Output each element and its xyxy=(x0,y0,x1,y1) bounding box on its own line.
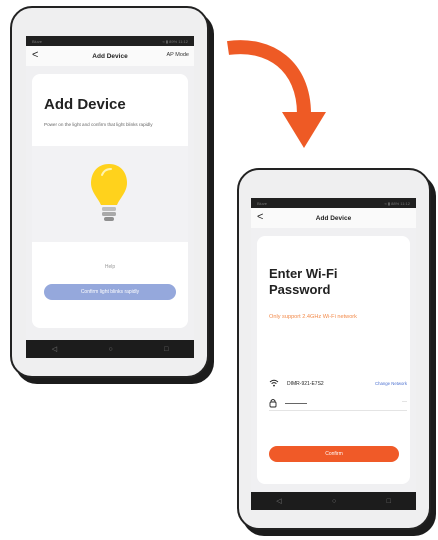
password-mask xyxy=(285,403,307,404)
wifi-ssid: DIMR-921-E7S2 xyxy=(287,381,324,387)
page-title-line2: Password xyxy=(269,282,331,297)
nav-home-icon[interactable]: ○ xyxy=(108,346,112,353)
nav-back-icon[interactable]: ◁ xyxy=(276,497,281,505)
wifi-card: Enter Wi-Fi Password Only support 2.4GHz… xyxy=(257,236,410,484)
status-indicators: ≈ ▮ 88% 11:12 xyxy=(384,200,410,206)
curved-arrow-icon xyxy=(227,40,326,148)
status-bar: Bluve ≈ ▮ 88% 11:12 xyxy=(251,198,416,208)
instruction-text: Power on the light and confirm that ligh… xyxy=(44,122,153,127)
nav-back-icon[interactable]: ◁ xyxy=(52,345,57,353)
wifi-warning-text: Only support 2.4GHz Wi-Fi network xyxy=(269,314,357,320)
bulb-illustration xyxy=(32,146,188,242)
android-nav-bar: ◁ ○ □ xyxy=(251,492,416,510)
wifi-network-row: DIMR-921-E7S2 Change Network xyxy=(269,379,407,389)
header-title: Add Device xyxy=(315,214,352,222)
lock-icon xyxy=(269,399,277,408)
confirm-button[interactable]: Confirm xyxy=(269,446,399,462)
screen-wifi-password: Bluve ≈ ▮ 88% 11:12 < Add Device Enter W… xyxy=(251,198,416,510)
status-bar: Bluve ≈ ▮ 89% 11:12 xyxy=(26,36,194,46)
header-bar: < Add Device AP Mode xyxy=(26,46,194,66)
phone-add-device: Bluve ≈ ▮ 89% 11:12 < Add Device AP Mode… xyxy=(10,6,209,378)
change-network-link[interactable]: Change Network xyxy=(375,381,407,386)
back-button[interactable]: < xyxy=(32,49,38,61)
phone-wifi-password: Bluve ≈ ▮ 88% 11:12 < Add Device Enter W… xyxy=(237,168,431,530)
confirm-blink-button[interactable]: Confirm light blinks rapidly xyxy=(44,284,176,300)
status-carrier: Bluve xyxy=(257,200,268,206)
page-title-line1: Enter Wi-Fi xyxy=(269,266,338,281)
page-title: Enter Wi-Fi Password xyxy=(269,266,338,298)
android-nav-bar: ◁ ○ □ xyxy=(26,340,194,358)
ap-mode-button[interactable]: AP Mode xyxy=(166,52,189,58)
nav-recents-icon[interactable]: □ xyxy=(164,346,168,353)
help-link[interactable]: Help xyxy=(32,264,188,270)
wifi-icon xyxy=(269,379,279,387)
nav-home-icon[interactable]: ○ xyxy=(332,498,336,505)
add-device-card: Add Device Power on the light and confir… xyxy=(32,74,188,328)
back-button[interactable]: < xyxy=(257,211,263,223)
bulb-icon xyxy=(91,164,127,221)
show-password-icon[interactable]: — xyxy=(402,399,407,405)
header-bar: < Add Device xyxy=(251,208,416,228)
password-field[interactable]: — xyxy=(269,398,407,411)
status-carrier: Bluve xyxy=(32,38,43,44)
header-title: Add Device xyxy=(92,52,128,60)
screen-add-device: Bluve ≈ ▮ 89% 11:12 < Add Device AP Mode… xyxy=(26,36,194,358)
page-title: Add Device xyxy=(44,96,126,113)
status-indicators: ≈ ▮ 89% 11:12 xyxy=(162,38,188,44)
nav-recents-icon[interactable]: □ xyxy=(387,498,391,505)
